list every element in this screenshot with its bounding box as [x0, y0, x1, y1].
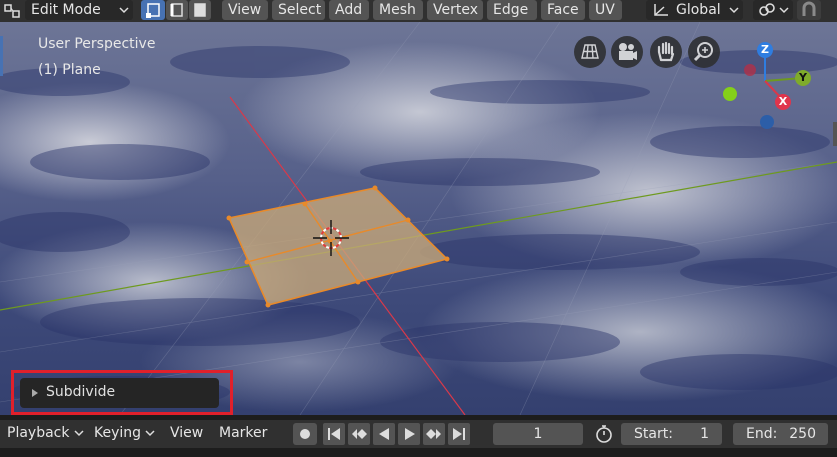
- menu-add[interactable]: Add: [329, 0, 369, 20]
- start-value: 1: [700, 426, 709, 442]
- menu-vertex[interactable]: Vertex: [427, 0, 483, 20]
- play-reverse-button[interactable]: [373, 423, 395, 445]
- transform-orientation-dropdown[interactable]: Global: [646, 0, 743, 20]
- start-frame-field[interactable]: Start: 1: [621, 423, 722, 445]
- perspective-label: User Perspective: [38, 36, 156, 52]
- chevron-down-icon: [74, 430, 84, 437]
- toggle-camera-grid-button[interactable]: [574, 36, 606, 68]
- timeline-view-menu[interactable]: View: [170, 425, 203, 441]
- playback-menu[interactable]: Playback: [7, 425, 84, 441]
- next-keyframe-icon: [426, 429, 441, 439]
- jump-end-icon: [453, 428, 465, 440]
- gizmo-x-handle[interactable]: X: [775, 94, 791, 110]
- 3d-viewport[interactable]: User Perspective (1) Plane Z Y X Subdivi…: [0, 22, 837, 415]
- grid-icon: [581, 44, 599, 59]
- menu-view[interactable]: View: [222, 0, 268, 20]
- face-select-icon: [194, 3, 206, 17]
- jump-end-button[interactable]: [448, 423, 470, 445]
- link-icon: [759, 3, 775, 16]
- camera-view-button[interactable]: [611, 36, 643, 68]
- orientation-label: Global: [676, 2, 721, 18]
- jump-start-icon: [328, 428, 340, 440]
- pivot-point-dropdown[interactable]: [753, 0, 793, 20]
- snap-toggle[interactable]: [797, 0, 821, 20]
- chevron-down-icon: [145, 430, 156, 437]
- playback-label: Playback: [7, 425, 70, 441]
- menu-mesh[interactable]: Mesh: [373, 0, 423, 20]
- chevron-down-icon: [779, 7, 789, 14]
- prev-keyframe-icon: [352, 429, 367, 439]
- mode-label: Edit Mode: [31, 2, 101, 18]
- end-frame-field[interactable]: End: 250: [733, 423, 828, 445]
- editor-type-icon[interactable]: [3, 2, 25, 20]
- next-keyframe-button[interactable]: [423, 423, 445, 445]
- record-icon: [300, 429, 310, 439]
- timeline-header: Playback Keying View Marker 1 Start: 1 E…: [0, 415, 837, 457]
- object-label: (1) Plane: [38, 62, 101, 78]
- prev-keyframe-button[interactable]: [348, 423, 370, 445]
- menu-select[interactable]: Select: [272, 0, 325, 20]
- highlight-box: [11, 370, 233, 415]
- mode-dropdown[interactable]: Edit Mode: [25, 0, 133, 20]
- magnet-icon: [802, 1, 816, 16]
- vertex-select-button[interactable]: [141, 0, 165, 20]
- play-button[interactable]: [398, 423, 420, 445]
- stopwatch-icon[interactable]: [592, 423, 616, 445]
- play-icon: [405, 428, 415, 440]
- gizmo-y-handle[interactable]: Y: [795, 70, 811, 86]
- toolbar-edge-tab[interactable]: [0, 36, 3, 76]
- chevron-down-icon: [729, 7, 739, 14]
- pan-view-button[interactable]: [650, 36, 682, 68]
- terrain-texture: [0, 22, 837, 415]
- chevron-down-icon: [119, 7, 129, 14]
- jump-start-button[interactable]: [323, 423, 345, 445]
- edge-select-icon: [170, 3, 183, 17]
- sidebar-edge-tab[interactable]: [833, 122, 837, 146]
- end-value: 250: [789, 426, 816, 442]
- hand-icon: [657, 41, 675, 62]
- keying-label: Keying: [94, 425, 142, 441]
- record-button[interactable]: [293, 423, 317, 445]
- menu-edge[interactable]: Edge: [487, 0, 537, 20]
- current-frame-field[interactable]: 1: [493, 423, 583, 445]
- vertex-select-icon: [146, 3, 160, 18]
- camera-icon: [619, 43, 637, 60]
- start-label: Start:: [634, 426, 673, 442]
- viewport-header: Edit Mode View Select Add Mesh Vertex Ed…: [0, 0, 837, 22]
- keying-menu[interactable]: Keying: [94, 425, 156, 441]
- menu-face[interactable]: Face: [541, 0, 585, 20]
- end-label: End:: [746, 426, 778, 442]
- playback-controls: [323, 420, 473, 448]
- face-select-button[interactable]: [189, 0, 211, 20]
- orientation-axes-icon: [654, 4, 668, 16]
- play-reverse-icon: [379, 428, 389, 440]
- marker-menu[interactable]: Marker: [219, 425, 267, 441]
- menu-uv[interactable]: UV: [589, 0, 622, 20]
- edge-select-button[interactable]: [166, 0, 188, 20]
- gizmo-z-handle[interactable]: Z: [757, 42, 773, 58]
